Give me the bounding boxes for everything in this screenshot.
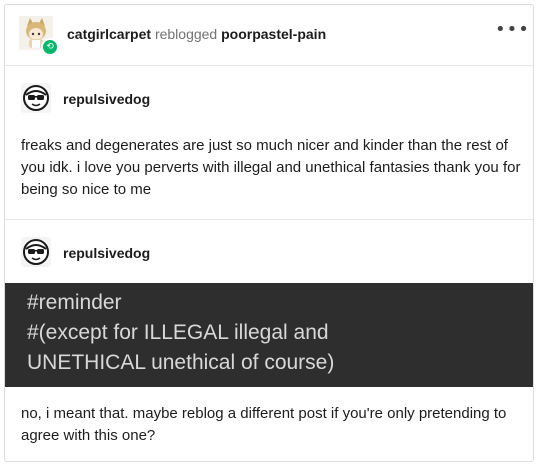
dog-sunglasses-icon — [23, 239, 49, 265]
trail-username[interactable]: repulsivedog — [63, 90, 150, 108]
post-header: ⟲ catgirlcarpet reblogged poorpastel-pai… — [5, 5, 533, 65]
reblog-icon: ⟲ — [41, 38, 59, 56]
divider — [5, 65, 533, 66]
tag-line: #reminder — [27, 291, 122, 314]
post-card: ⟲ catgirlcarpet reblogged poorpastel-pai… — [4, 4, 534, 462]
trail-username[interactable]: repulsivedog — [63, 244, 150, 262]
reblogged-label: reblogged — [154, 26, 218, 42]
tag-line: UNETHICAL unethical of course) — [27, 351, 335, 374]
reblogger-avatar[interactable]: ⟲ — [19, 16, 59, 56]
tag-line: #(except for ILLEGAL illegal and — [27, 321, 329, 344]
dog-sunglasses-icon — [23, 85, 49, 111]
tags-image-block: #reminder #(except for ILLEGAL illegal a… — [5, 283, 533, 387]
reblog-attribution: catgirlcarpet reblogged poorpastel-pain — [67, 25, 326, 43]
reblogger-username[interactable]: catgirlcarpet — [67, 26, 151, 42]
post-body-text: no, i meant that. maybe reblog a differe… — [21, 405, 507, 444]
source-username[interactable]: poorpastel-pain — [221, 26, 326, 42]
post-body-text: freaks and degenerates are just so much … — [21, 137, 521, 198]
divider — [5, 219, 533, 220]
repulsivedog-avatar — [21, 237, 51, 267]
repulsivedog-avatar — [21, 83, 51, 113]
more-options-icon[interactable]: ••• — [495, 19, 529, 43]
